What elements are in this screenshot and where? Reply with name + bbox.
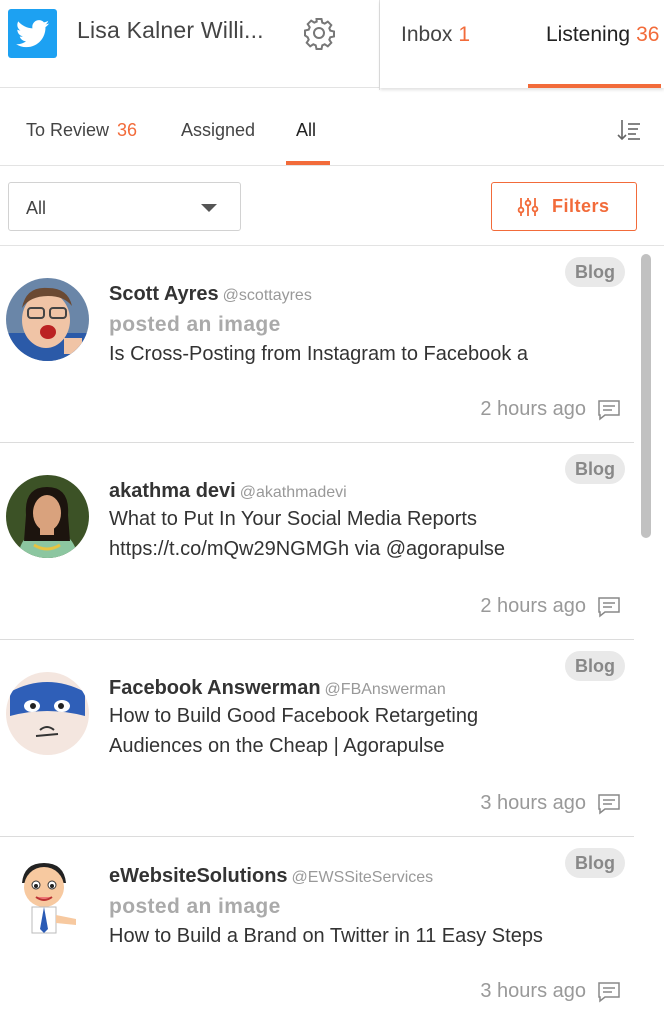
post-text: How to Build a Brand on Twitter in 11 Ea… [109,925,543,947]
avatar[interactable] [6,475,89,558]
author-handle: @FBAnswerman [324,681,446,698]
post-text: How to Build Good Facebook Retargeting [109,705,479,727]
author-line: eWebsiteSolutions @EWSSiteServices [109,865,433,888]
comment-icon[interactable] [597,793,621,815]
to-review-count: 36 [117,120,138,140]
feed-scrollbar[interactable] [641,254,651,538]
tab-all[interactable]: All [296,120,316,141]
active-tab-indicator [528,84,661,88]
author-handle: @scottayres [222,287,312,304]
author-line: Scott Ayres @scottayres [109,283,312,306]
post-text: What to Put In Your Social Media Reports [109,508,477,530]
tab-inbox[interactable]: Inbox 1 [401,23,470,47]
source-badge: Blog [565,257,625,287]
source-badge: Blog [565,651,625,681]
author-name[interactable]: Scott Ayres [109,283,219,305]
feed-list: Blog Scott Ayres @scottayres posted an im… [0,246,634,1024]
source-badge: Blog [565,454,625,484]
source-badge: Blog [565,848,625,878]
author-name[interactable]: akathma devi [109,480,236,502]
feed-item[interactable]: Blog Scott Ayres @scottayres posted an im… [0,246,634,443]
account-switcher[interactable]: Lisa Kalner Willi... [0,0,380,88]
sliders-icon [517,197,539,217]
timestamp: 2 hours ago [480,595,586,617]
post-text: Audiences on the Cheap | Agorapulse [109,735,445,757]
feed-item[interactable]: Blog akathma devi @akathmadevi What to Pu… [0,443,634,640]
tab-listening[interactable]: Listening 36 [546,23,659,47]
timestamp: 2 hours ago [480,398,586,420]
author-line: akathma devi @akathmadevi [109,480,347,503]
filters-label: Filters [552,196,610,216]
author-handle: @EWSSiteServices [291,869,434,886]
avatar[interactable] [6,672,89,755]
author-handle: @akathmadevi [239,484,347,501]
timestamp: 3 hours ago [480,792,586,814]
timestamp: 3 hours ago [480,980,586,1002]
caret-down-icon [201,204,217,212]
sort-icon[interactable] [615,116,643,144]
post-action: posted an image [109,895,281,918]
comment-icon[interactable] [597,399,621,421]
inbox-count: 1 [458,23,471,46]
feed-item[interactable]: Blog eWebsiteSolutions @EWSSiteServices p… [0,837,634,1024]
twitter-icon [8,9,57,58]
post-action: posted an image [109,313,281,336]
listening-count: 36 [636,23,660,46]
author-name[interactable]: Facebook Answerman [109,677,321,699]
post-text: Is Cross-Posting from Instagram to Faceb… [109,343,529,365]
filter-select[interactable]: All [8,182,241,231]
header: Lisa Kalner Willi... Inbox 1 Listening 36 [0,0,664,90]
tab-assigned[interactable]: Assigned [181,120,255,141]
feed-item[interactable]: Blog Facebook Answerman @FBAnswerman How … [0,640,634,837]
avatar[interactable] [6,859,89,942]
top-tabs: Inbox 1 Listening 36 [380,0,664,88]
comment-icon[interactable] [597,981,621,1003]
author-name[interactable]: eWebsiteSolutions [109,865,288,887]
gear-icon[interactable] [302,16,336,50]
comment-icon[interactable] [597,596,621,618]
author-line: Facebook Answerman @FBAnswerman [109,677,446,700]
post-text: https://t.co/mQw29NGMGh via @agorapulse [109,538,506,560]
filter-select-value: All [26,198,47,218]
tab-to-review[interactable]: To Review 36 [26,120,137,141]
filter-row: All Filters [0,166,664,246]
filters-button[interactable]: Filters [491,182,637,231]
avatar[interactable] [6,278,89,361]
active-subtab-indicator [286,161,330,165]
account-name: Lisa Kalner Willi... [77,17,264,43]
sub-tabs: To Review 36 Assigned All [0,92,664,166]
